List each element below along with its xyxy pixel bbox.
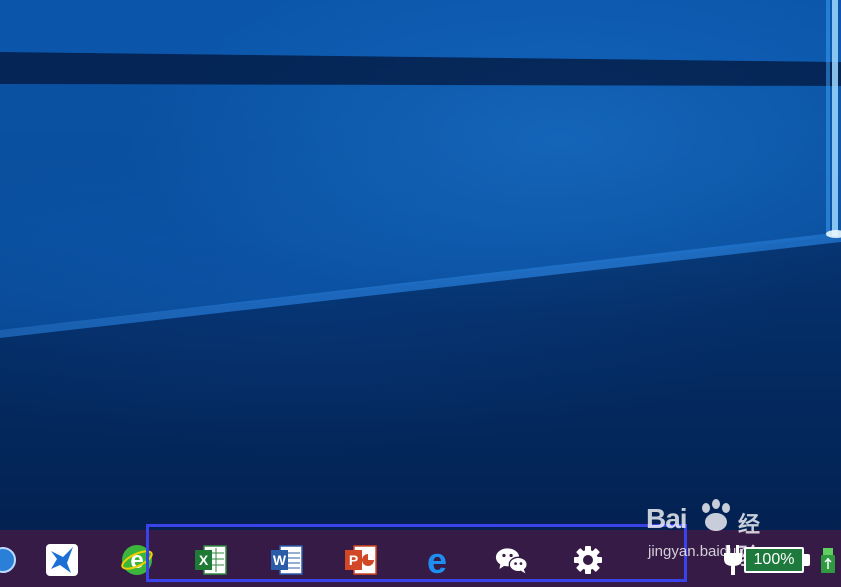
svg-text:e: e: [427, 543, 447, 577]
excel-icon[interactable]: X: [194, 543, 228, 577]
start-orb-icon[interactable]: [0, 543, 20, 577]
battery-cap: [804, 554, 810, 566]
taskbar: e X W P e: [0, 530, 841, 587]
feiyu-bird-icon[interactable]: [45, 543, 79, 577]
svg-text:X: X: [199, 552, 209, 568]
svg-text:P: P: [349, 552, 358, 568]
powerpoint-icon[interactable]: P: [344, 543, 378, 577]
word-icon[interactable]: W: [270, 543, 304, 577]
battery-indicator[interactable]: 100%: [744, 547, 804, 573]
desktop-wallpaper: [0, 0, 841, 530]
wechat-icon[interactable]: [495, 543, 529, 577]
browser-e-green-icon[interactable]: e: [120, 543, 154, 577]
svg-text:W: W: [273, 552, 287, 568]
edge-icon[interactable]: e: [420, 543, 454, 577]
wallpaper-light-beams: [0, 0, 841, 530]
settings-gear-icon[interactable]: [571, 543, 605, 577]
usb-icon[interactable]: [820, 548, 836, 579]
power-plug-icon[interactable]: [722, 545, 744, 580]
